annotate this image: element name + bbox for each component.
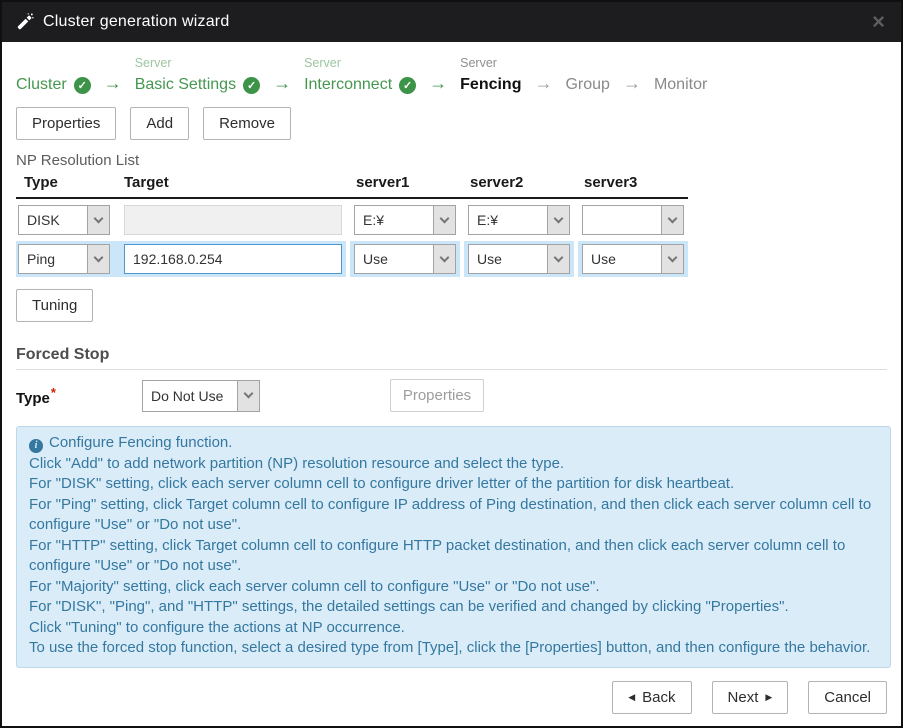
step-label: Interconnect (304, 76, 392, 94)
titlebar: Cluster generation wizard × (2, 2, 901, 42)
forced-stop-row: Type* Do Not Use Properties (16, 379, 887, 412)
step-group-label (654, 56, 707, 73)
np-table-header: Type Target server1 server2 server3 (16, 174, 688, 199)
wizard-steps: Cluster ✓ → Server Basic Settings ✓ → Serv… (16, 56, 887, 97)
arrow-icon: → (534, 71, 552, 95)
window-title: Cluster generation wizard (43, 13, 229, 31)
column-header-server2: server2 (464, 174, 574, 191)
type-select[interactable]: DISK (18, 205, 110, 235)
next-triangle-icon: ▶ (765, 693, 772, 702)
forced-stop-type-label: Type* (16, 385, 142, 407)
tuning-button[interactable]: Tuning (16, 289, 93, 322)
arrow-icon: → (104, 71, 122, 95)
wizard-step-fencing: Server Fencing (460, 56, 521, 97)
dialog-content: Cluster ✓ → Server Basic Settings ✓ → Serv… (2, 42, 901, 726)
chevron-down-icon (433, 206, 455, 234)
step-group-label: Server (460, 56, 521, 73)
check-icon: ✓ (243, 77, 260, 94)
info-line: For "DISK" setting, click each server co… (29, 474, 878, 495)
cluster-generation-wizard-dialog: Cluster generation wizard × Cluster ✓ → S… (0, 0, 903, 728)
forced-stop-properties-button: Properties (390, 379, 484, 412)
forced-stop-type-select[interactable]: Do Not Use (142, 380, 260, 412)
remove-button[interactable]: Remove (203, 107, 291, 140)
chevron-down-icon (237, 381, 259, 411)
magic-wand-icon (16, 13, 34, 31)
chevron-down-icon (87, 206, 109, 234)
arrow-icon: → (429, 71, 447, 95)
server1-select[interactable]: Use (354, 244, 456, 274)
info-icon: i (29, 439, 43, 453)
back-button[interactable]: ◀Back (612, 681, 691, 714)
np-row-ping: Ping 192.168.0.254 Use Use (16, 241, 688, 277)
target-input (124, 205, 342, 235)
info-line: For "Majority" setting, click each serve… (29, 577, 878, 598)
server3-select[interactable] (582, 205, 684, 235)
back-triangle-icon: ◀ (628, 693, 635, 702)
info-line: Click "Tuning" to configure the actions … (29, 618, 878, 639)
target-input[interactable]: 192.168.0.254 (124, 244, 342, 274)
step-group-label: Server (135, 56, 260, 73)
info-intro-line: iConfigure Fencing function. (29, 433, 878, 454)
np-row-disk: DISK E:¥ E:¥ (16, 202, 688, 238)
wizard-step-basic-settings[interactable]: Server Basic Settings ✓ (135, 56, 260, 97)
wizard-step-interconnect[interactable]: Server Interconnect ✓ (304, 56, 416, 97)
step-label: Fencing (460, 76, 521, 94)
info-line: For "Ping" setting, click Target column … (29, 495, 878, 536)
type-select[interactable]: Ping (18, 244, 110, 274)
column-header-type: Type (16, 174, 120, 191)
forced-stop-heading: Forced Stop (16, 346, 887, 364)
np-list-caption: NP Resolution List (16, 152, 887, 169)
column-header-server1: server1 (350, 174, 460, 191)
chevron-down-icon (547, 206, 569, 234)
properties-button[interactable]: Properties (16, 107, 116, 140)
chevron-down-icon (661, 245, 683, 273)
chevron-down-icon (547, 245, 569, 273)
wizard-step-group: Group (565, 56, 609, 97)
chevron-down-icon (661, 206, 683, 234)
step-group-label (16, 56, 91, 73)
info-line: For "HTTP" setting, click Target column … (29, 536, 878, 577)
info-line: Click "Add" to add network partition (NP… (29, 454, 878, 475)
required-asterisk: * (51, 385, 56, 400)
wizard-step-monitor: Monitor (654, 56, 707, 97)
footer-buttons: ◀Back Next▶ Cancel (612, 681, 887, 714)
server2-select[interactable]: Use (468, 244, 570, 274)
info-line: For "DISK", "Ping", and "HTTP" settings,… (29, 597, 878, 618)
cancel-button[interactable]: Cancel (808, 681, 887, 714)
server2-select[interactable]: E:¥ (468, 205, 570, 235)
step-group-label: Server (304, 56, 416, 73)
step-label: Basic Settings (135, 76, 236, 94)
step-label: Monitor (654, 76, 707, 94)
chevron-down-icon (87, 245, 109, 273)
check-icon: ✓ (74, 77, 91, 94)
step-label: Group (565, 76, 609, 94)
step-group-label (565, 56, 609, 73)
np-toolbar: Properties Add Remove (16, 107, 887, 140)
arrow-icon: → (273, 71, 291, 95)
server1-select[interactable]: E:¥ (354, 205, 456, 235)
step-label: Cluster (16, 76, 67, 94)
chevron-down-icon (433, 245, 455, 273)
arrow-icon: → (623, 71, 641, 95)
close-icon[interactable]: × (870, 11, 887, 33)
column-header-server3: server3 (578, 174, 688, 191)
help-info-box: iConfigure Fencing function. Click "Add"… (16, 426, 891, 668)
wizard-step-cluster[interactable]: Cluster ✓ (16, 56, 91, 97)
column-header-target: Target (120, 174, 346, 191)
info-line: To use the forced stop function, select … (29, 638, 878, 659)
server3-select[interactable]: Use (582, 244, 684, 274)
check-icon: ✓ (399, 77, 416, 94)
next-button[interactable]: Next▶ (712, 681, 789, 714)
add-button[interactable]: Add (130, 107, 189, 140)
section-divider (16, 369, 887, 370)
